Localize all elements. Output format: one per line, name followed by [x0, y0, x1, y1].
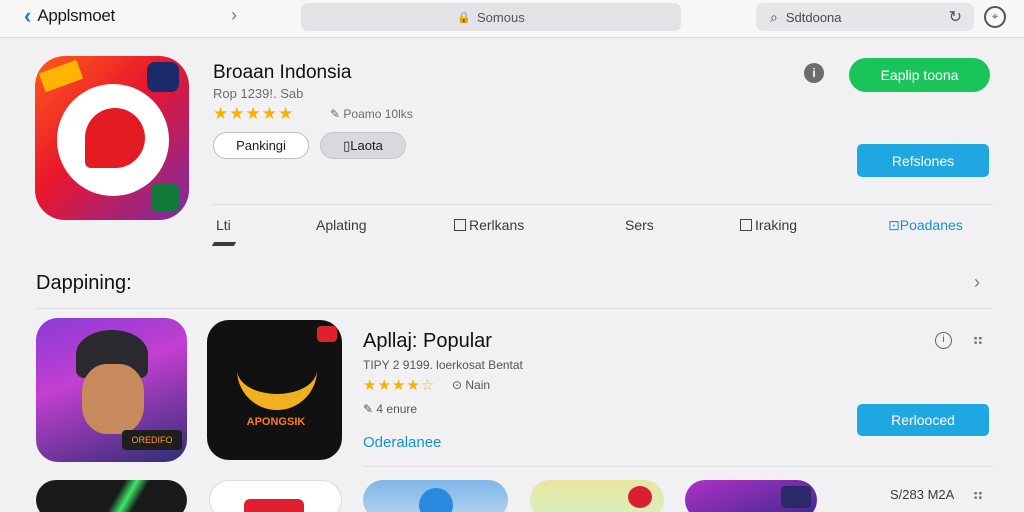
info-icon[interactable]: i: [804, 63, 824, 83]
game-thumbnail-7[interactable]: [685, 480, 817, 512]
app-title: Broaan Indonsia: [213, 62, 352, 83]
game-thumbnail-3[interactable]: [36, 480, 187, 512]
data-pill[interactable]: ▯ Laota: [320, 132, 406, 159]
game-thumbnail-5[interactable]: [363, 480, 508, 512]
search-input[interactable]: ⌕ Sdtdoona ↻: [756, 3, 974, 31]
popular-title: Apllaj: Popular: [363, 330, 492, 352]
address-bar[interactable]: 🔒 Somous: [301, 3, 681, 31]
row-divider: [363, 466, 993, 467]
popular-meta: TIPY 2 9199. loerkosat Bentat: [363, 358, 523, 372]
rating-stars: ★★★★★: [213, 104, 295, 123]
app-icon: [35, 56, 189, 220]
viewer-count: ✎ Poamo 10lks: [330, 107, 413, 121]
tab-ranking[interactable]: Iraking: [740, 217, 797, 233]
chevron-right-icon[interactable]: ›: [231, 5, 237, 26]
tab-series[interactable]: Sers: [625, 217, 654, 233]
compass-icon[interactable]: ⌖: [984, 6, 1006, 28]
game-thumbnail-1[interactable]: OREDIFO: [36, 318, 187, 462]
section-title: Dappining:: [36, 272, 132, 294]
browser-toolbar: ‹ Applsmoet › 🔒 Somous ⌕ Sdtdoona ↻ ⌖: [0, 0, 1024, 38]
popular-size-text: 4 enure: [376, 402, 418, 416]
app-icon-logo: [85, 108, 145, 168]
more-options-icon[interactable]: ⠶: [972, 485, 984, 505]
app-icon-ribbon: [38, 59, 84, 93]
section-divider: [36, 308, 992, 309]
popular-link[interactable]: Oderalanee: [363, 434, 441, 451]
popular-size: ✎ 4 enure: [363, 402, 418, 416]
popular-views: ⊙ Nain: [452, 378, 491, 392]
red-logo-graphic: [244, 499, 304, 512]
thumbnail-badge: [317, 326, 337, 342]
tab-rankings-label: Rerlkans: [469, 217, 525, 233]
app-icon-badge: [147, 62, 179, 92]
bottom-size-label: S/283 M2A: [890, 487, 955, 502]
laser-graphic: [76, 480, 176, 512]
game-thumbnail-4[interactable]: [209, 480, 342, 512]
data-pill-label: Laota: [350, 138, 383, 153]
thumbnail-badge: [781, 486, 811, 508]
reload-button[interactable]: Rerlooced: [857, 404, 989, 436]
app-icon-corner-badge: [151, 184, 179, 212]
star-graphic: [419, 488, 453, 512]
thumbnail-logo: OREDIFO: [122, 430, 182, 450]
thumbnail-logo: APONGSIK: [246, 416, 306, 428]
see-all-chevron-icon[interactable]: ›: [974, 272, 980, 293]
viewer-count-text: Poamo 10lks: [343, 107, 413, 121]
popular-views-text: Nain: [465, 378, 491, 392]
info-icon[interactable]: i: [935, 332, 952, 349]
thumbnail-badge: [628, 486, 652, 508]
character-face: [82, 364, 144, 434]
tab-ranking-label: Iraking: [755, 217, 798, 233]
tab-rating[interactable]: Aplating: [316, 217, 367, 233]
popular-rating-stars: ★★★★☆: [363, 377, 436, 394]
lock-icon: 🔒: [457, 11, 471, 24]
chevron-left-icon: ‹: [24, 3, 32, 28]
store-title: Applsmoet: [37, 6, 115, 25]
tab-downloads[interactable]: ⊡Poadanes: [888, 217, 963, 234]
search-icon: ⌕: [770, 8, 778, 25]
tab-rankings[interactable]: Rerlkans: [454, 217, 524, 233]
game-thumbnail-6[interactable]: [530, 480, 664, 512]
ranking-pill[interactable]: Pankingi: [213, 132, 309, 159]
banana-graphic: [237, 360, 317, 410]
tab-downloads-label: Poadanes: [899, 217, 963, 233]
get-app-button[interactable]: Eaplip toona: [849, 58, 990, 92]
app-meta: Rop 1239!. Sab: [213, 86, 304, 101]
tabs-divider: [213, 204, 993, 205]
back-button[interactable]: ‹ Applsmoet: [24, 3, 115, 29]
tab-list[interactable]: Lti: [216, 217, 231, 233]
address-text: Somous: [477, 9, 525, 25]
search-text: Sdtdoona: [785, 9, 842, 25]
checkbox-icon: [740, 219, 752, 231]
refresh-button[interactable]: Refslones: [857, 144, 989, 177]
more-options-icon[interactable]: ⠶: [972, 330, 984, 350]
checkbox-icon: [454, 219, 466, 231]
active-tab-indicator: [211, 242, 237, 246]
reload-icon[interactable]: ↻: [949, 7, 962, 27]
game-thumbnail-2[interactable]: APONGSIK: [207, 320, 342, 460]
